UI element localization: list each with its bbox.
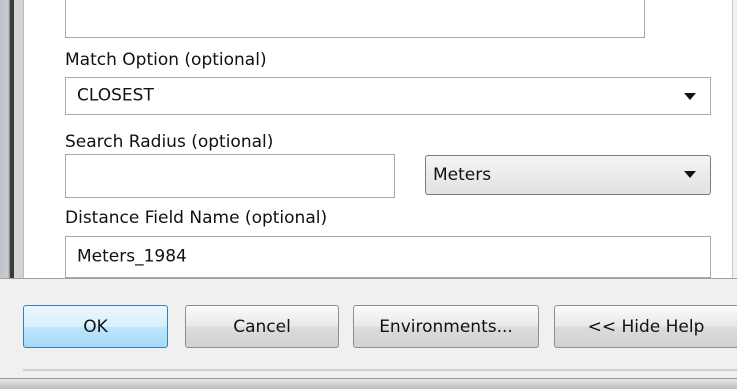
search-radius-unit-value: Meters	[433, 165, 492, 185]
distance-field-name-label: Distance Field Name (optional)	[65, 208, 328, 228]
match-option-label: Match Option (optional)	[65, 50, 267, 70]
hide-help-button[interactable]: << Hide Help	[554, 305, 737, 348]
window-frame-bottom	[0, 378, 737, 389]
search-radius-label: Search Radius (optional)	[65, 132, 274, 152]
panel-scroll-edge	[732, 0, 737, 278]
distance-field-name-input[interactable]: Meters_1984	[65, 236, 711, 278]
button-bar-divider	[23, 369, 737, 371]
ok-button[interactable]: OK	[23, 305, 168, 348]
distance-field-name-value: Meters_1984	[77, 246, 187, 267]
match-option-select[interactable]: CLOSEST	[65, 77, 711, 115]
chevron-down-icon[interactable]	[684, 93, 696, 100]
dialog-button-bar: OK Cancel Environments... << Hide Help	[0, 278, 737, 389]
search-radius-input[interactable]	[65, 154, 395, 198]
environments-button[interactable]: Environments...	[353, 305, 539, 348]
match-option-value: CLOSEST	[77, 85, 154, 106]
search-radius-unit-select[interactable]: Meters	[425, 155, 711, 195]
previous-field-input[interactable]	[65, 0, 645, 38]
cancel-button[interactable]: Cancel	[185, 305, 339, 348]
chevron-down-icon[interactable]	[684, 171, 696, 178]
